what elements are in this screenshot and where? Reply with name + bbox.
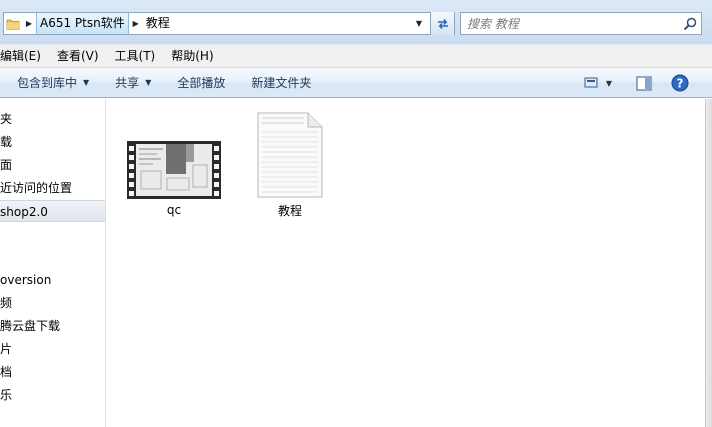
text-document-icon — [257, 112, 323, 198]
include-in-library-button[interactable]: 包含到库中 ▼ — [8, 71, 98, 95]
breadcrumb-item-parent[interactable]: A651 Ptsn软件 — [36, 13, 129, 34]
nav-item[interactable]: oversion — [0, 269, 105, 291]
nav-item[interactable]: 载 — [0, 131, 105, 153]
breadcrumb-chevron-icon[interactable]: ▶ — [129, 13, 143, 34]
file-list: qc 教程 — [107, 99, 705, 427]
video-file-icon — [127, 141, 221, 199]
menu-edit[interactable]: 编辑(E) — [0, 45, 49, 67]
file-item-qc[interactable]: qc — [119, 141, 229, 217]
share-label: 共享 — [115, 75, 140, 90]
menu-view[interactable]: 查看(V) — [49, 45, 107, 67]
command-bar: 包含到库中 ▼ 共享 ▼ 全部播放 新建文件夹 ▼ ? — [0, 68, 712, 98]
search-icon[interactable] — [682, 16, 698, 32]
breadcrumb-chevron-icon[interactable]: ▶ — [22, 13, 36, 34]
svg-text:?: ? — [677, 77, 684, 91]
chevron-down-icon: ▼ — [83, 77, 90, 87]
nav-item[interactable]: 乐 — [0, 384, 105, 406]
help-icon: ? — [671, 74, 689, 92]
change-view-button[interactable]: ▼ — [578, 71, 618, 95]
breadcrumb-item-current[interactable]: 教程 — [143, 13, 173, 34]
help-button[interactable]: ? — [668, 71, 692, 95]
address-bar[interactable]: ▶ A651 Ptsn软件 ▶ 教程 ▼ — [3, 12, 455, 35]
nav-item[interactable]: 近访问的位置 — [0, 177, 105, 199]
file-name: qc — [166, 203, 182, 217]
chevron-down-icon: ▼ — [605, 78, 613, 88]
menu-help[interactable]: 帮助(H) — [163, 45, 221, 67]
refresh-button[interactable] — [430, 12, 454, 35]
include-in-library-label: 包含到库中 — [17, 75, 78, 90]
nav-item[interactable]: 面 — [0, 154, 105, 176]
new-folder-button[interactable]: 新建文件夹 — [242, 71, 320, 95]
address-bar-region: ▶ A651 Ptsn软件 ▶ 教程 ▼ — [0, 0, 712, 44]
nav-item[interactable]: 片 — [0, 338, 105, 360]
search-box[interactable] — [460, 12, 702, 35]
refresh-icon — [437, 18, 448, 29]
address-dropdown-icon[interactable]: ▼ — [411, 13, 427, 34]
nav-item[interactable]: 腾云盘下载 — [0, 315, 105, 337]
nav-item-selected[interactable]: shop2.0 — [0, 200, 105, 222]
folder-icon — [4, 13, 22, 34]
menu-tools[interactable]: 工具(T) — [107, 45, 164, 67]
chevron-down-icon: ▼ — [145, 77, 152, 87]
nav-item[interactable]: 夹 — [0, 108, 105, 130]
file-item-tutorial[interactable]: 教程 — [235, 112, 345, 219]
search-input[interactable] — [467, 13, 677, 34]
preview-pane-icon — [636, 76, 652, 90]
preview-pane-button[interactable] — [632, 71, 656, 95]
view-options-icon — [584, 77, 598, 88]
navigation-pane: 夹 载 面 近访问的位置 shop2.0 oversion 频 腾云盘下载 片 … — [0, 99, 106, 427]
file-name: 教程 — [277, 204, 302, 218]
nav-item[interactable]: 频 — [0, 292, 105, 314]
menu-bar: 编辑(E) 查看(V) 工具(T) 帮助(H) — [0, 44, 712, 68]
share-button[interactable]: 共享 ▼ — [106, 71, 160, 95]
play-all-button[interactable]: 全部播放 — [168, 71, 234, 95]
nav-item[interactable]: 档 — [0, 361, 105, 383]
window-edge — [705, 99, 712, 427]
